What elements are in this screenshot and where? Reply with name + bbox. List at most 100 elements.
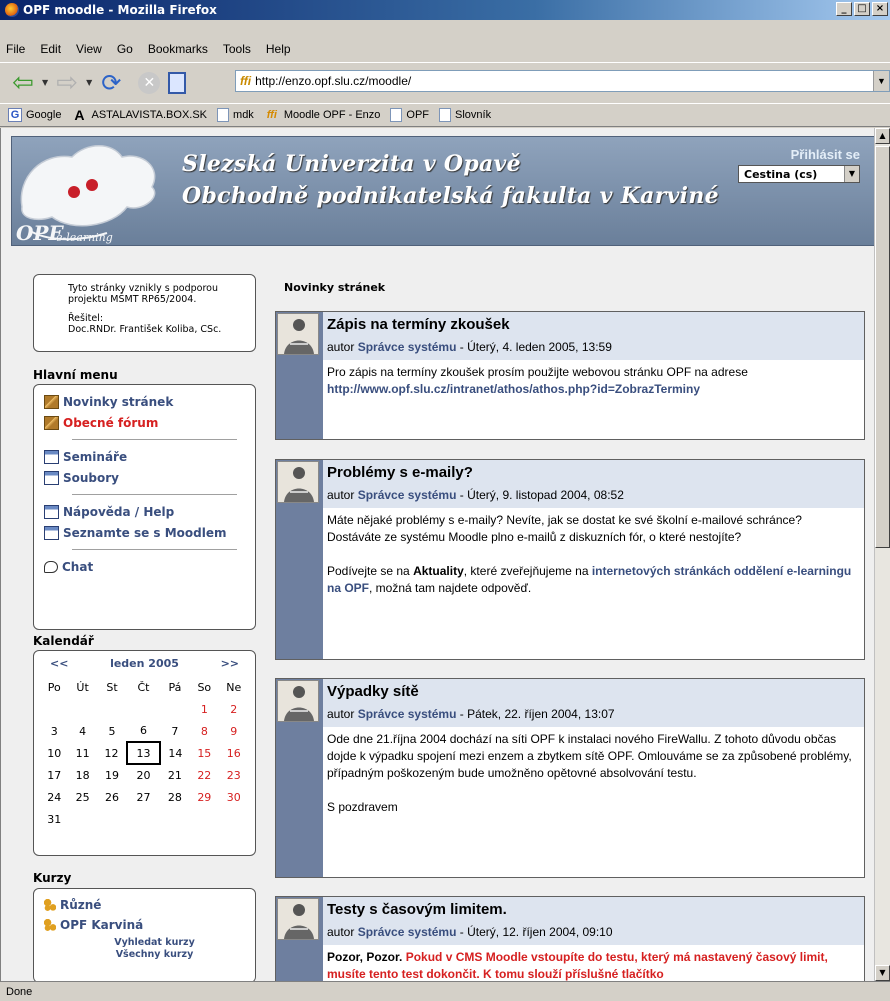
main-menu-heading: Hlavní menu xyxy=(33,368,118,382)
post-author-link[interactable]: Správce systému xyxy=(358,707,457,721)
menu-help[interactable]: Help xyxy=(266,42,291,56)
post-title[interactable]: Testy s časovým limitem. xyxy=(327,901,507,918)
calendar-day[interactable]: 15 xyxy=(190,742,218,764)
forward-arrow-icon[interactable]: ⇨ xyxy=(52,68,82,98)
course-category-opf-karvina[interactable]: OPF Karviná xyxy=(44,915,245,935)
scroll-down-icon[interactable]: ▼ xyxy=(875,965,890,981)
address-bar[interactable]: ffi http://enzo.opf.slu.cz/moodle/ ▼ xyxy=(235,70,890,92)
calendar-day[interactable]: 3 xyxy=(40,720,68,742)
language-select[interactable]: Cestina (cs) ▼ xyxy=(738,165,860,183)
calendar-day[interactable]: 19 xyxy=(97,764,127,786)
menu-item-files[interactable]: Soubory xyxy=(42,467,247,488)
calendar-weekday: So xyxy=(197,680,212,694)
calendar-day-today[interactable]: 13 xyxy=(126,741,161,765)
menu-divider xyxy=(72,549,237,550)
maximize-button[interactable]: □ xyxy=(854,2,870,16)
calendar-day[interactable]: 7 xyxy=(160,720,190,742)
user-avatar[interactable] xyxy=(277,461,319,503)
course-category-ruzne[interactable]: Různé xyxy=(44,895,245,915)
home-icon[interactable] xyxy=(168,71,187,94)
post-text: S pozdravem xyxy=(327,800,398,814)
menu-item-chat[interactable]: Chat xyxy=(42,556,247,577)
calendar-day[interactable]: 8 xyxy=(190,720,218,742)
calendar-day[interactable]: 24 xyxy=(40,786,68,808)
post-title[interactable]: Problémy s e-maily? xyxy=(327,464,473,481)
calendar-day[interactable]: 21 xyxy=(160,764,190,786)
post-title[interactable]: Výpadky sítě xyxy=(327,683,419,700)
menu-view[interactable]: View xyxy=(76,42,102,56)
menu-item-help[interactable]: Nápověda / Help xyxy=(42,501,247,522)
menu-item-general-forum[interactable]: Obecné fórum xyxy=(42,412,247,433)
bookmark-label: Slovník xyxy=(455,109,492,121)
calendar-day[interactable]: 10 xyxy=(40,742,68,764)
back-arrow-icon[interactable]: ⇦ xyxy=(8,68,38,98)
calendar-next-month[interactable]: >> xyxy=(221,657,239,670)
calendar-day[interactable]: 9 xyxy=(219,720,249,742)
menu-bookmarks[interactable]: Bookmarks xyxy=(148,42,208,56)
calendar-day[interactable]: 23 xyxy=(219,764,249,786)
menu-go[interactable]: Go xyxy=(117,42,133,56)
calendar-day[interactable]: 25 xyxy=(68,786,96,808)
user-avatar[interactable] xyxy=(277,680,319,722)
calendar-day[interactable]: 26 xyxy=(97,786,127,808)
calendar-empty-cell xyxy=(127,698,159,720)
bookmark-astalavista[interactable]: A ASTALAVISTA.BOX.SK xyxy=(71,107,207,123)
user-avatar[interactable] xyxy=(277,898,319,940)
calendar-day[interactable]: 5 xyxy=(97,720,127,742)
login-link[interactable]: Přihlásit se xyxy=(791,147,860,162)
calendar-day[interactable]: 22 xyxy=(190,764,218,786)
calendar-day[interactable]: 4 xyxy=(68,720,96,742)
back-history-dropdown-icon[interactable]: ▼ xyxy=(42,78,48,87)
calendar-day[interactable]: 28 xyxy=(160,786,190,808)
post-link[interactable]: http://www.opf.slu.cz/intranet/athos/ath… xyxy=(327,381,856,398)
scroll-up-icon[interactable]: ▲ xyxy=(875,128,890,144)
user-avatar[interactable] xyxy=(277,313,319,355)
bookmark-slovnik[interactable]: Slovník xyxy=(439,108,491,122)
calendar-empty-cell xyxy=(160,808,190,830)
calendar-day[interactable]: 1 xyxy=(190,698,218,720)
post-author-link[interactable]: Správce systému xyxy=(358,925,457,939)
post-author-link[interactable]: Správce systému xyxy=(358,488,457,502)
calendar-day[interactable]: 6 xyxy=(127,720,159,742)
menu-tools[interactable]: Tools xyxy=(223,42,251,56)
menu-edit[interactable]: Edit xyxy=(40,42,61,56)
calendar-prev-month[interactable]: << xyxy=(50,657,68,670)
language-select-value: Cestina (cs) xyxy=(744,167,818,181)
address-url[interactable]: http://enzo.opf.slu.cz/moodle/ xyxy=(255,74,411,88)
reload-icon[interactable]: ⟳ xyxy=(96,68,126,98)
calendar-day[interactable]: 30 xyxy=(219,786,249,808)
stop-icon[interactable]: ✕ xyxy=(138,71,161,94)
calendar-day[interactable]: 31 xyxy=(40,808,68,830)
minimize-button[interactable]: _ xyxy=(836,2,852,16)
calendar-day[interactable]: 20 xyxy=(127,764,159,786)
menu-item-meet-moodle[interactable]: Seznamte se s Moodlem xyxy=(42,522,247,543)
menu-item-site-news[interactable]: Novinky stránek xyxy=(42,391,247,412)
bookmark-mdk[interactable]: mdk xyxy=(217,108,254,122)
menu-item-seminars[interactable]: Semináře xyxy=(42,446,247,467)
resource-icon xyxy=(44,470,59,485)
address-dropdown-icon[interactable]: ▼ xyxy=(873,71,889,91)
calendar-month-title[interactable]: leden 2005 xyxy=(110,657,179,670)
forward-history-dropdown-icon[interactable]: ▼ xyxy=(86,78,92,87)
calendar-day[interactable]: 14 xyxy=(160,742,190,764)
post-author-link[interactable]: Správce systému xyxy=(358,340,457,354)
vertical-scrollbar[interactable]: ▲ ▼ xyxy=(874,128,890,981)
all-courses-link[interactable]: Všechny kurzy xyxy=(64,949,245,961)
calendar-day[interactable]: 11 xyxy=(68,742,96,764)
close-button[interactable]: × xyxy=(872,2,888,16)
calendar-day[interactable]: 18 xyxy=(68,764,96,786)
menu-file[interactable]: File xyxy=(6,42,25,56)
calendar-day[interactable]: 16 xyxy=(219,742,249,764)
calendar-day[interactable]: 29 xyxy=(190,786,218,808)
bookmark-opf[interactable]: OPF xyxy=(390,108,429,122)
calendar-day[interactable]: 12 xyxy=(97,742,127,764)
calendar-day[interactable]: 17 xyxy=(40,764,68,786)
post-title[interactable]: Zápis na termíny zkoušek xyxy=(327,316,510,333)
bookmark-moodle-opf[interactable]: ffi Moodle OPF - Enzo xyxy=(264,108,381,122)
calendar-empty-cell xyxy=(97,698,127,720)
search-courses-link[interactable]: Vyhledat kurzy xyxy=(64,937,245,949)
scrollbar-thumb[interactable] xyxy=(875,146,890,548)
calendar-day[interactable]: 2 xyxy=(219,698,249,720)
bookmark-google[interactable]: G Google xyxy=(8,108,61,122)
calendar-day[interactable]: 27 xyxy=(127,786,159,808)
